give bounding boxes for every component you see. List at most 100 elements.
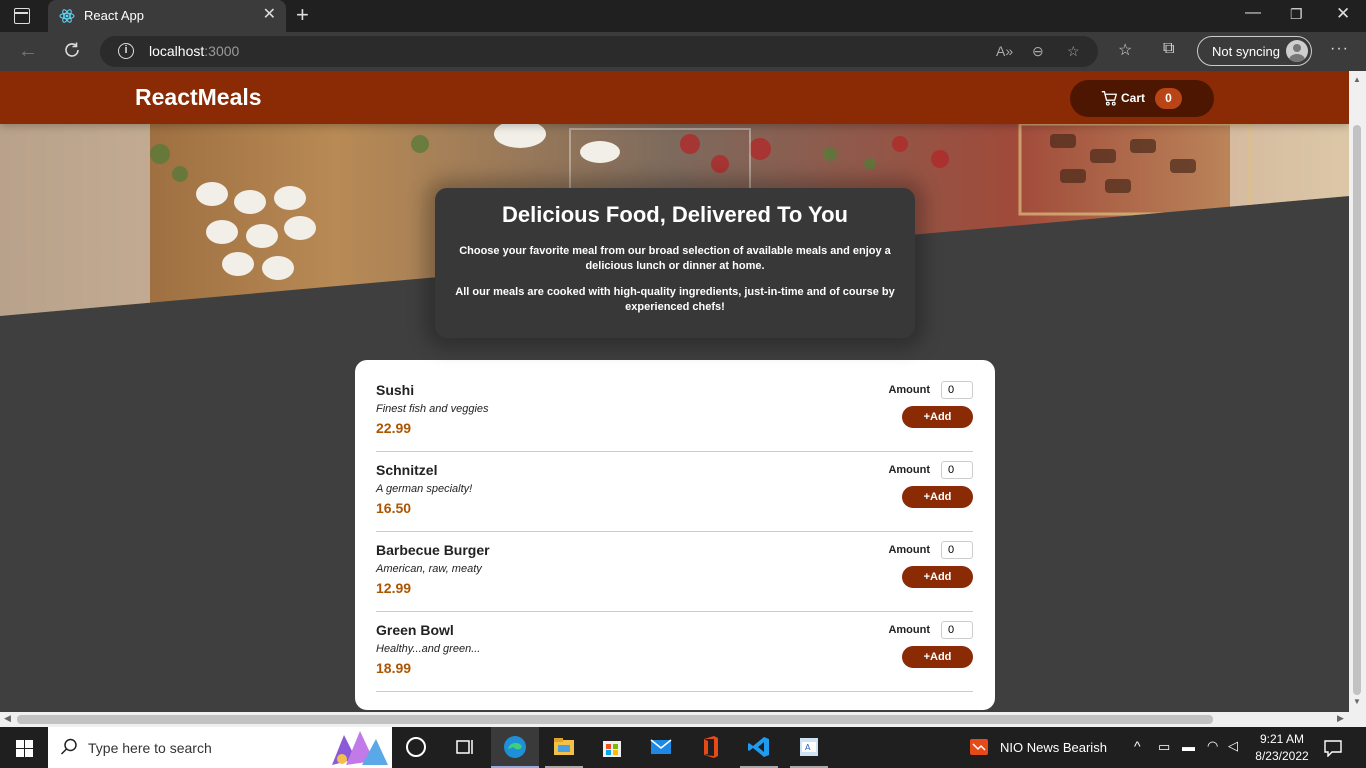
meal-description: A german specialty! [376, 483, 473, 495]
profile-avatar-icon [1286, 40, 1308, 62]
site-info-icon[interactable]: i [118, 43, 134, 59]
edge-icon[interactable] [503, 735, 527, 759]
notifications-icon[interactable] [1324, 739, 1342, 757]
task-view-icon[interactable] [453, 735, 477, 759]
add-button[interactable]: +Add [902, 486, 973, 508]
add-button[interactable]: +Add [902, 646, 973, 668]
cart-count-badge: 0 [1155, 88, 1182, 109]
reload-icon[interactable] [62, 40, 82, 60]
vertical-scroll-thumb[interactable] [1353, 125, 1361, 695]
add-button[interactable]: +Add [902, 566, 973, 588]
meet-now-icon[interactable]: ▭ [1158, 739, 1170, 755]
window-minimize-icon[interactable]: — [1245, 4, 1261, 22]
more-options-icon[interactable]: ··· [1330, 40, 1349, 58]
show-hidden-icons-icon[interactable]: ^ [1134, 738, 1141, 754]
horizontal-scrollbar[interactable]: ◀ ▶ [0, 712, 1366, 727]
browser-tab-bar: React App ✕ + — ❐ ✕ [0, 0, 1366, 32]
meal-name: Sushi [376, 382, 415, 398]
horizontal-scroll-thumb[interactable] [17, 715, 1213, 724]
mail-icon[interactable] [649, 735, 673, 759]
app-header: ReactMeals Cart 0 [0, 71, 1349, 124]
tab-title: React App [84, 8, 144, 23]
url-bar[interactable]: i localhost:3000 A» ⊖ ☆ [100, 36, 1098, 67]
file-explorer-icon[interactable] [552, 735, 576, 759]
battery-icon[interactable]: ▬ [1182, 739, 1195, 754]
amount-label: Amount [888, 544, 930, 556]
taskbar-clock[interactable]: 9:21 AM 8/23/2022 [1246, 731, 1318, 765]
address-toolbar: ← i localhost:3000 A» ⊖ ☆ [0, 32, 1366, 71]
meals-summary-card: Delicious Food, Delivered To You Choose … [435, 188, 915, 338]
window-close-icon[interactable]: ✕ [1336, 4, 1350, 24]
url-text[interactable]: localhost:3000 [149, 43, 239, 59]
amount-input[interactable] [941, 541, 973, 559]
scroll-right-icon[interactable]: ▶ [1337, 713, 1344, 724]
tab-actions-icon[interactable] [14, 8, 30, 24]
meal-name: Green Bowl [376, 622, 454, 638]
cart-label: Cart [1121, 91, 1146, 105]
vertical-scrollbar[interactable]: ▲ ▼ [1349, 71, 1366, 712]
taskbar-search-box[interactable]: Type here to search [48, 727, 392, 768]
volume-icon[interactable]: ◁ [1228, 738, 1238, 754]
meal-description: American, raw, meaty [376, 563, 482, 575]
meal-item-sushi: Sushi Finest fish and veggies 22.99 Amou… [376, 372, 973, 452]
zoom-icon[interactable]: ⊖ [1032, 43, 1044, 60]
scroll-up-icon[interactable]: ▲ [1353, 75, 1361, 84]
meal-name: Schnitzel [376, 462, 438, 478]
meal-item-barbecue-burger: Barbecue Burger American, raw, meaty 12.… [376, 532, 973, 612]
news-ticker[interactable]: NIO News Bearish [1000, 740, 1107, 755]
app-logo: ReactMeals [135, 84, 262, 110]
amount-label: Amount [888, 624, 930, 636]
available-meals-card: Sushi Finest fish and veggies 22.99 Amou… [355, 360, 995, 710]
windows-start-icon[interactable] [16, 740, 33, 757]
meal-price: 16.50 [376, 500, 412, 516]
search-icon [60, 738, 77, 755]
react-favicon-icon [59, 9, 75, 23]
url-host: localhost [149, 43, 205, 59]
amount-label: Amount [888, 384, 930, 396]
meal-description: Healthy...and green... [376, 643, 481, 655]
stock-news-icon[interactable] [970, 739, 988, 755]
new-tab-icon[interactable]: + [296, 4, 309, 26]
scroll-down-icon[interactable]: ▼ [1353, 697, 1361, 706]
clock-time: 9:21 AM [1259, 732, 1305, 746]
back-arrow-icon[interactable]: ← [18, 40, 38, 63]
read-aloud-icon[interactable]: A» [996, 43, 1013, 59]
meal-price: 18.99 [376, 660, 412, 676]
add-favorite-icon[interactable]: ☆ [1067, 43, 1080, 60]
search-highlight-crystal-icon [332, 731, 388, 765]
cart-icon [1101, 91, 1117, 106]
sync-label: Not syncing [1212, 44, 1280, 59]
search-placeholder: Type here to search [88, 740, 212, 756]
microsoft-store-icon[interactable] [600, 735, 624, 759]
amount-label: Amount [888, 464, 930, 476]
favorites-icon[interactable]: ☆ [1118, 40, 1132, 60]
app-window-icon[interactable]: A [797, 735, 821, 759]
scroll-left-icon[interactable]: ◀ [4, 713, 11, 724]
svg-text:A: A [805, 743, 811, 752]
wifi-icon[interactable]: ◠ [1207, 738, 1218, 754]
office-icon[interactable] [698, 735, 722, 759]
meal-price: 22.99 [376, 420, 412, 436]
cortana-icon[interactable] [406, 737, 426, 757]
summary-paragraph-1: Choose your favorite meal from our broad… [459, 245, 891, 272]
meal-item-green-bowl: Green Bowl Healthy...and green... 18.99 … [376, 612, 973, 692]
clock-date: 8/23/2022 [1255, 749, 1309, 763]
page-viewport: ReactMeals Cart 0 Delicious Food, Delive… [0, 71, 1349, 712]
summary-paragraph-2: All our meals are cooked with high-quali… [455, 286, 895, 313]
tab-close-icon[interactable]: ✕ [263, 6, 276, 24]
add-button[interactable]: +Add [902, 406, 973, 428]
amount-input[interactable] [941, 381, 973, 399]
url-port: :3000 [204, 43, 240, 59]
amount-input[interactable] [941, 461, 973, 479]
collections-icon[interactable]: ⧉ [1163, 40, 1174, 58]
cart-button[interactable]: Cart 0 [1070, 80, 1214, 117]
meal-name: Barbecue Burger [376, 542, 490, 558]
window-restore-icon[interactable]: ❐ [1290, 6, 1303, 23]
windows-taskbar: Type here to search A NIO News Bearish ^… [0, 727, 1366, 768]
meal-price: 12.99 [376, 580, 412, 596]
amount-input[interactable] [941, 621, 973, 639]
profile-sync-button[interactable]: Not syncing [1197, 36, 1312, 66]
browser-tab[interactable]: React App ✕ [48, 0, 286, 32]
vscode-icon[interactable] [747, 735, 771, 759]
meal-item-schnitzel: Schnitzel A german specialty! 16.50 Amou… [376, 452, 973, 532]
